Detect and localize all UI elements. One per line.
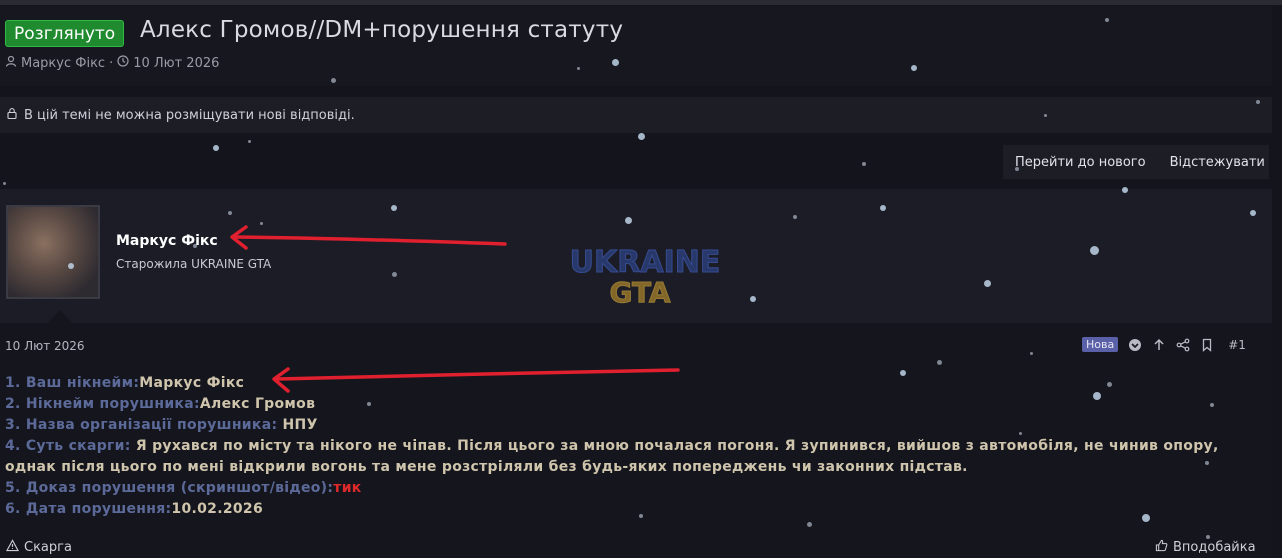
lock-icon <box>6 107 18 123</box>
snowflake <box>1043 113 1047 117</box>
snowflake <box>193 244 197 248</box>
post-body: 1. Ваш нікнейм:Маркус Фікс 2. Нікнейм по… <box>5 373 1255 520</box>
snowflake <box>330 77 336 83</box>
snowflake <box>391 271 397 277</box>
meta-separator: · <box>109 55 114 71</box>
line-label: 6. Дата порушення: <box>5 501 172 517</box>
logo-line2: GTA <box>609 276 670 309</box>
snowflake <box>624 216 632 224</box>
snowflake <box>1105 18 1109 22</box>
post-tools: Нова #1 <box>1082 337 1246 352</box>
user-icon <box>5 55 17 71</box>
post-line: 4. Суть скарги: Я рухався по місту та ні… <box>5 436 1255 478</box>
thread-title: Алекс Громов//DM+порушення статуту <box>140 17 624 43</box>
logo-line1: UKRAINE <box>570 245 720 280</box>
snowflake <box>2 181 6 185</box>
snowflake <box>983 279 991 287</box>
line-value: Маркус Фікс <box>139 375 245 391</box>
snowflake <box>639 514 643 518</box>
thread-meta: Маркус Фікс · 10 Лют 2026 <box>5 55 219 71</box>
snowflake <box>880 205 886 211</box>
line-label: 2. Нікнейм порушника: <box>5 396 200 412</box>
snowflake <box>1015 167 1019 171</box>
status-tag[interactable]: Розглянуто <box>5 20 125 47</box>
line-value: НПУ <box>282 417 318 433</box>
post-line: 5. Доказ порушення (скриншот/відео):тик <box>5 478 1255 499</box>
report-button[interactable]: Скарга <box>5 539 72 556</box>
snowflake <box>367 402 371 406</box>
post-user-title: Старожила UKRAINE GTA <box>116 257 272 271</box>
snowflake <box>611 58 619 66</box>
snowflake <box>228 211 232 215</box>
snowflake <box>1018 431 1022 435</box>
post-number[interactable]: #1 <box>1228 338 1246 352</box>
snowflake <box>1106 381 1112 387</box>
like-button[interactable]: Вподобайка <box>1155 539 1256 556</box>
snowflake <box>1250 210 1256 216</box>
line-label: 4. Суть скарги: <box>5 438 136 454</box>
snowflake <box>911 65 917 71</box>
snowflake <box>1093 392 1101 400</box>
like-label: Вподобайка <box>1173 540 1256 555</box>
post-username[interactable]: Маркус Фікс <box>116 233 218 249</box>
thumbs-up-icon <box>1155 539 1168 556</box>
line-value: Я рухався по місту та нікого не чіпав. П… <box>5 438 1219 475</box>
snowflake <box>1210 403 1214 407</box>
snowflake <box>259 221 263 225</box>
evidence-link[interactable]: тик <box>333 480 361 496</box>
post-line: 3. Назва організації порушника: НПУ <box>5 415 1255 436</box>
snowflake <box>1206 535 1210 539</box>
line-value: Алекс Громов <box>199 396 316 412</box>
snowflake <box>900 370 906 376</box>
line-label: 5. Доказ порушення (скриншот/відео): <box>5 480 334 496</box>
line-value: 10.02.2026 <box>171 501 263 517</box>
locked-notice: В цій темі не можна розміщувати нові від… <box>0 97 1272 133</box>
snowflake <box>936 359 942 365</box>
chevron-circle-icon[interactable] <box>1128 338 1142 352</box>
snowflake <box>247 139 251 143</box>
thread-author[interactable]: Маркус Фікс <box>21 56 105 71</box>
thread-date[interactable]: 10 Лют 2026 <box>133 56 219 71</box>
snowflake <box>391 205 397 211</box>
warning-icon <box>5 539 20 556</box>
snowflake <box>1142 514 1150 522</box>
snowflake <box>750 296 756 302</box>
snowflake <box>793 215 797 219</box>
line-label: 1. Ваш нікнейм: <box>5 375 140 391</box>
snowflake <box>68 263 74 269</box>
thread-actions: Перейти до нового Відстежувати <box>1003 145 1269 179</box>
arrow-up-icon[interactable] <box>1152 338 1166 352</box>
line-label: 3. Назва організації порушника: <box>5 417 283 433</box>
share-icon[interactable] <box>1176 338 1190 352</box>
snowflake <box>576 66 580 70</box>
snowflake <box>1122 187 1128 193</box>
bookmark-icon[interactable] <box>1200 338 1214 352</box>
snowflake <box>637 132 645 140</box>
post-line: 6. Дата порушення:10.02.2026 <box>5 499 1255 520</box>
snowflake <box>1029 351 1033 355</box>
post-line: 1. Ваш нікнейм:Маркус Фікс <box>5 373 1255 394</box>
snowflake <box>862 162 866 166</box>
top-bar <box>0 0 1282 5</box>
locked-notice-text: В цій темі не можна розміщувати нові від… <box>24 107 355 123</box>
new-badge: Нова <box>1082 337 1119 352</box>
report-label: Скарга <box>24 540 72 555</box>
watch-button[interactable]: Відстежувати <box>1170 155 1265 170</box>
clock-icon <box>117 55 129 71</box>
snowflake <box>1089 245 1099 255</box>
avatar[interactable] <box>6 205 100 299</box>
post-line: 2. Нікнейм порушника:Алекс Громов <box>5 394 1255 415</box>
snowflake <box>806 521 812 527</box>
snowflake <box>1205 461 1209 465</box>
go-to-new-button[interactable]: Перейти до нового <box>1015 155 1146 170</box>
snowflake <box>1256 100 1260 104</box>
avatar-caret <box>47 310 73 323</box>
snowflake <box>213 145 219 151</box>
post-date[interactable]: 10 Лют 2026 <box>5 339 85 353</box>
ukraine-gta-logo: UKRAINE GTA <box>570 245 720 310</box>
